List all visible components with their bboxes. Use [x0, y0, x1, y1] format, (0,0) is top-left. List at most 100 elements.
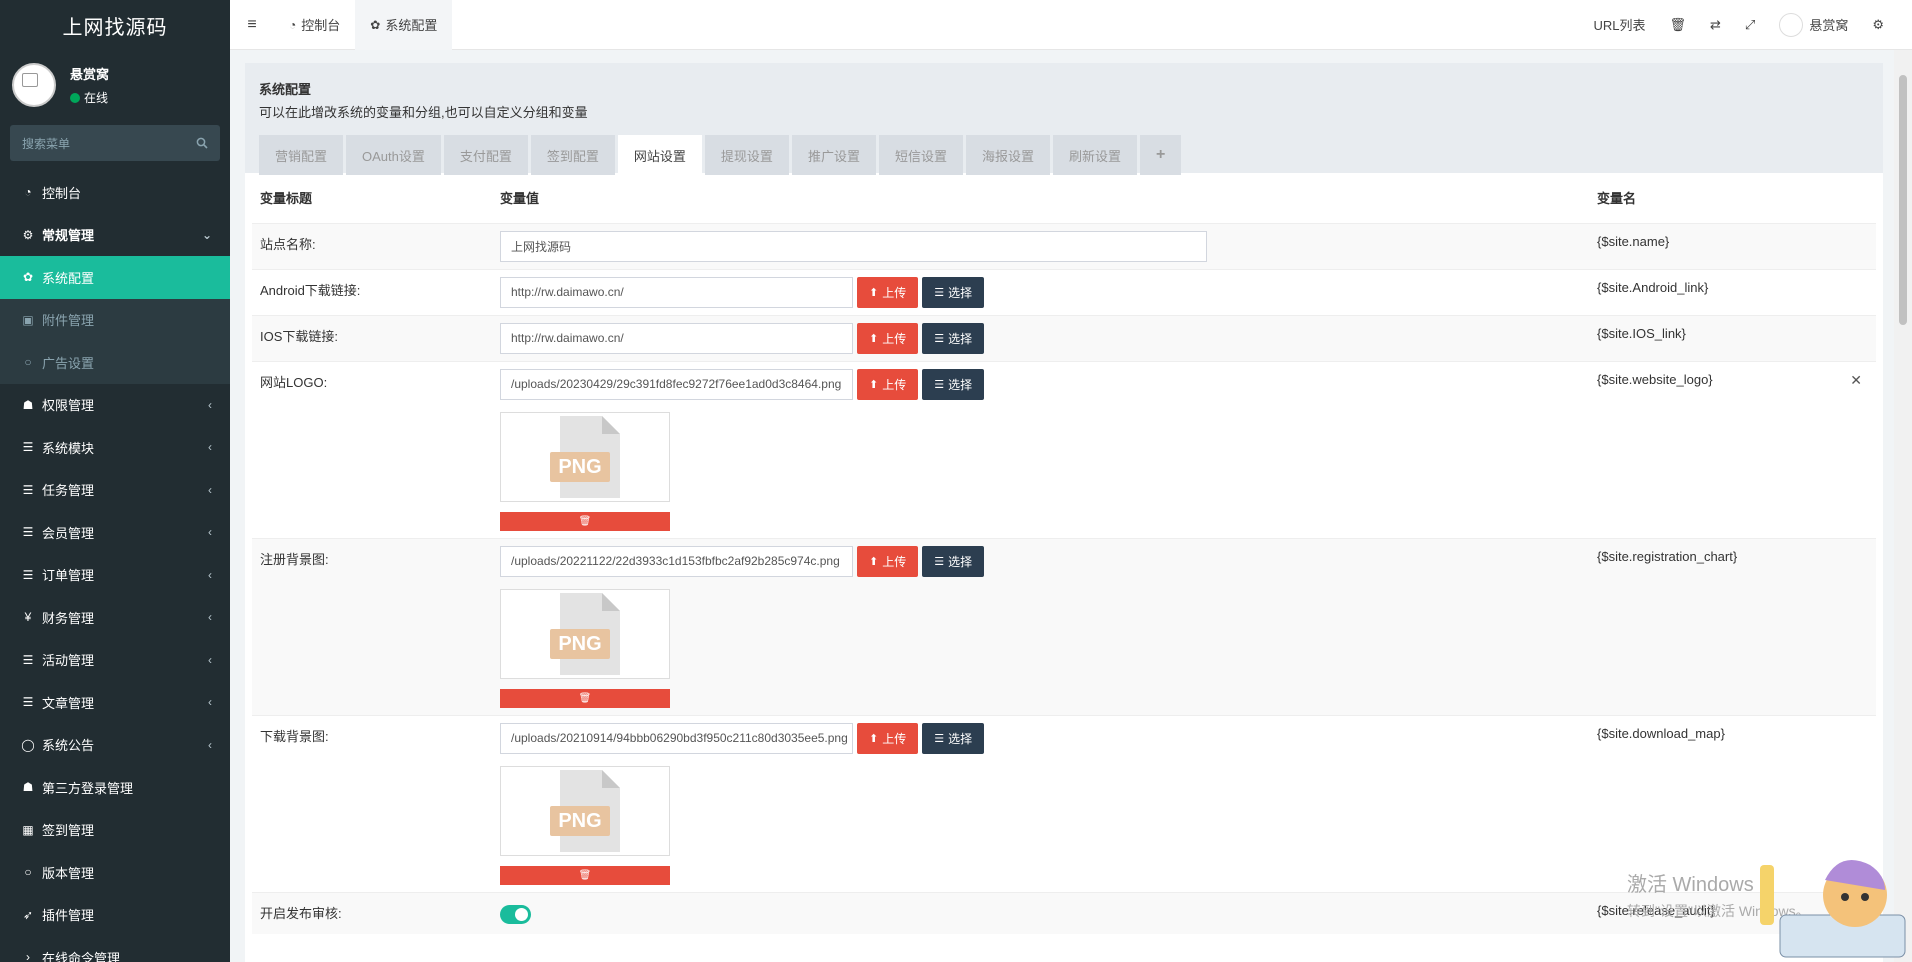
sidebar-item-plugins[interactable]: ➶ 插件管理 [0, 894, 230, 937]
scrollbar[interactable] [1894, 50, 1912, 962]
tab-signin[interactable]: 签到配置 [530, 135, 615, 175]
sidebar-item-commands[interactable]: › 在线命令管理 [0, 936, 230, 962]
sidebar-item-articles[interactable]: ☰ 文章管理 ‹ [0, 681, 230, 724]
search-icon[interactable] [196, 137, 208, 149]
group-icon: ☗ [22, 397, 34, 412]
calendar-icon: ▦ [22, 822, 34, 837]
menu-label: 第三方登录管理 [42, 780, 134, 796]
sidebar-item-members[interactable]: ☰ 会员管理 ‹ [0, 511, 230, 554]
add-tab-button[interactable]: + [1140, 135, 1182, 175]
table-row: 下载背景图: /uploads/20210914/94bbb06290bd3f9… [252, 714, 1876, 892]
delete-image-button[interactable]: 🗑 [500, 688, 670, 708]
menu-label: 任务管理 [42, 483, 95, 499]
sidebar-item-announcements[interactable]: ◯ 系统公告 ‹ [0, 724, 230, 767]
tab-withdraw[interactable]: 提现设置 [704, 135, 789, 175]
button-label: 上传 [882, 377, 907, 392]
remove-row-icon[interactable]: ✕ [1850, 372, 1862, 389]
upload-button[interactable]: ⬆ 上传 [857, 276, 919, 308]
sidebar-item-general[interactable]: ⚙ 常规管理 ⌄ [0, 214, 230, 257]
chevron-left-icon: ‹ [208, 525, 212, 540]
row-var: {$site.registration_chart} [1589, 537, 1876, 715]
registration-bg-input[interactable]: /uploads/20221122/22d3933c1d153fbfbc2af9… [500, 545, 853, 577]
sidebar-item-signin[interactable]: ▦ 签到管理 [0, 809, 230, 852]
mascot-image [1760, 860, 1906, 958]
search-input[interactable]: 搜索菜单 [10, 125, 220, 161]
tab-refresh[interactable]: 刷新设置 [1052, 135, 1137, 175]
fullscreen-icon[interactable]: ⤢ [1733, 17, 1767, 33]
select-button[interactable]: ☰ 选择 [922, 322, 985, 354]
list-icon: ☰ [22, 695, 34, 710]
sidebar-item-attachments[interactable]: ▣ 附件管理 [0, 298, 230, 341]
tab-website[interactable]: 网站设置 [617, 135, 702, 175]
panel-heading: 系统配置 可以在此增改系统的变量和分组,也可以自定义分组和变量 营销配置 OAu… [245, 63, 1883, 175]
tab-dashboard[interactable]: ◔ 控制台 [274, 0, 355, 50]
sidebar-item-activities[interactable]: ☰ 活动管理 ‹ [0, 639, 230, 682]
row-title: 站点名称: [252, 222, 492, 269]
trash-icon[interactable]: 🗑 [1658, 17, 1699, 33]
sidebar-item-finance[interactable]: ¥ 财务管理 ‹ [0, 596, 230, 639]
chevron-left-icon: ‹ [208, 482, 212, 497]
row-var: {$site.IOS_link} [1589, 314, 1876, 361]
sidebar-item-modules[interactable]: ☰ 系统模块 ‹ [0, 426, 230, 469]
chevron-left-icon: ‹ [208, 737, 212, 752]
button-label: 上传 [882, 331, 907, 346]
menu-label: 活动管理 [42, 653, 95, 669]
logo-path-input[interactable]: /uploads/20230429/29c391fd8fec9272f76ee1… [500, 368, 853, 400]
menu-label: 系统公告 [42, 738, 95, 754]
tab-marketing[interactable]: 营销配置 [259, 135, 344, 175]
sidebar-item-versions[interactable]: ○ 版本管理 [0, 851, 230, 894]
upload-button[interactable]: ⬆ 上传 [857, 722, 919, 754]
delete-image-button[interactable]: 🗑 [500, 511, 670, 531]
tab-promotion[interactable]: 推广设置 [791, 135, 876, 175]
png-file-icon[interactable]: PNG [500, 765, 670, 856]
button-label: 选择 [948, 331, 973, 346]
release-audit-toggle[interactable] [500, 904, 531, 924]
tab-system-config[interactable]: ✿ 系统配置 [355, 0, 453, 50]
sidebar-item-ads[interactable]: ○ 广告设置 [0, 341, 230, 384]
sidebar-item-third-party-login[interactable]: ☗ 第三方登录管理 [0, 766, 230, 809]
select-button[interactable]: ☰ 选择 [922, 722, 985, 754]
menu-label: 附件管理 [42, 313, 95, 329]
sidebar-item-orders[interactable]: ☰ 订单管理 ‹ [0, 554, 230, 597]
ios-link-input[interactable]: http://rw.daimawo.cn/ [500, 322, 853, 354]
app-logo[interactable]: 上网找源码 [0, 0, 230, 50]
avatar [1779, 12, 1804, 37]
upload-button[interactable]: ⬆ 上传 [857, 368, 919, 400]
list-icon: ☰ [934, 286, 945, 299]
scrollbar-thumb[interactable] [1899, 75, 1907, 325]
android-link-input[interactable]: http://rw.daimawo.cn/ [500, 276, 853, 308]
select-button[interactable]: ☰ 选择 [922, 276, 985, 308]
list-icon: ☰ [22, 440, 34, 455]
sidebar-item-permissions[interactable]: ☗ 权限管理 ‹ [0, 384, 230, 427]
chevron-left-icon: ‹ [208, 652, 212, 667]
upload-button[interactable]: ⬆ 上传 [857, 322, 919, 354]
menu-label: 控制台 [42, 185, 82, 201]
list-icon: ☰ [934, 555, 945, 568]
settings-icon[interactable]: ⚙ [1860, 17, 1912, 33]
menu-toggle-icon[interactable]: ≡ [230, 16, 274, 34]
tab-oauth[interactable]: OAuth设置 [346, 135, 441, 175]
delete-image-button[interactable]: 🗑 [500, 865, 670, 885]
sidebar-item-tasks[interactable]: ☰ 任务管理 ‹ [0, 469, 230, 512]
upload-button[interactable]: ⬆ 上传 [857, 545, 919, 577]
rocket-icon: ➶ [22, 907, 34, 922]
menu-label: 财务管理 [42, 610, 95, 626]
download-bg-input[interactable]: /uploads/20210914/94bbb06290bd3f950c211c… [500, 722, 853, 754]
tab-poster[interactable]: 海报设置 [965, 135, 1050, 175]
sidebar-item-system-config[interactable]: ✿ 系统配置 [0, 256, 230, 299]
site-name-input[interactable]: 上网找源码 [500, 230, 1207, 262]
url-list-button[interactable]: URL列表 [1581, 15, 1657, 34]
sidebar-item-dashboard[interactable]: ◔ 控制台 [0, 171, 230, 214]
select-button[interactable]: ☰ 选择 [922, 368, 985, 400]
tab-payment[interactable]: 支付配置 [443, 135, 528, 175]
tab-sms[interactable]: 短信设置 [878, 135, 963, 175]
image-icon: ▣ [22, 312, 34, 327]
png-file-icon[interactable]: PNG [500, 588, 670, 679]
user-menu[interactable]: 悬赏窝 [1767, 12, 1860, 37]
button-label: 上传 [882, 285, 907, 300]
select-button[interactable]: ☰ 选择 [922, 545, 985, 577]
chevron-left-icon: ‹ [208, 610, 212, 625]
language-icon[interactable]: ⇄ [1698, 17, 1733, 33]
png-file-icon[interactable]: PNG [500, 411, 670, 502]
table-row: 站点名称: 上网找源码 {$site.name} [252, 222, 1876, 269]
